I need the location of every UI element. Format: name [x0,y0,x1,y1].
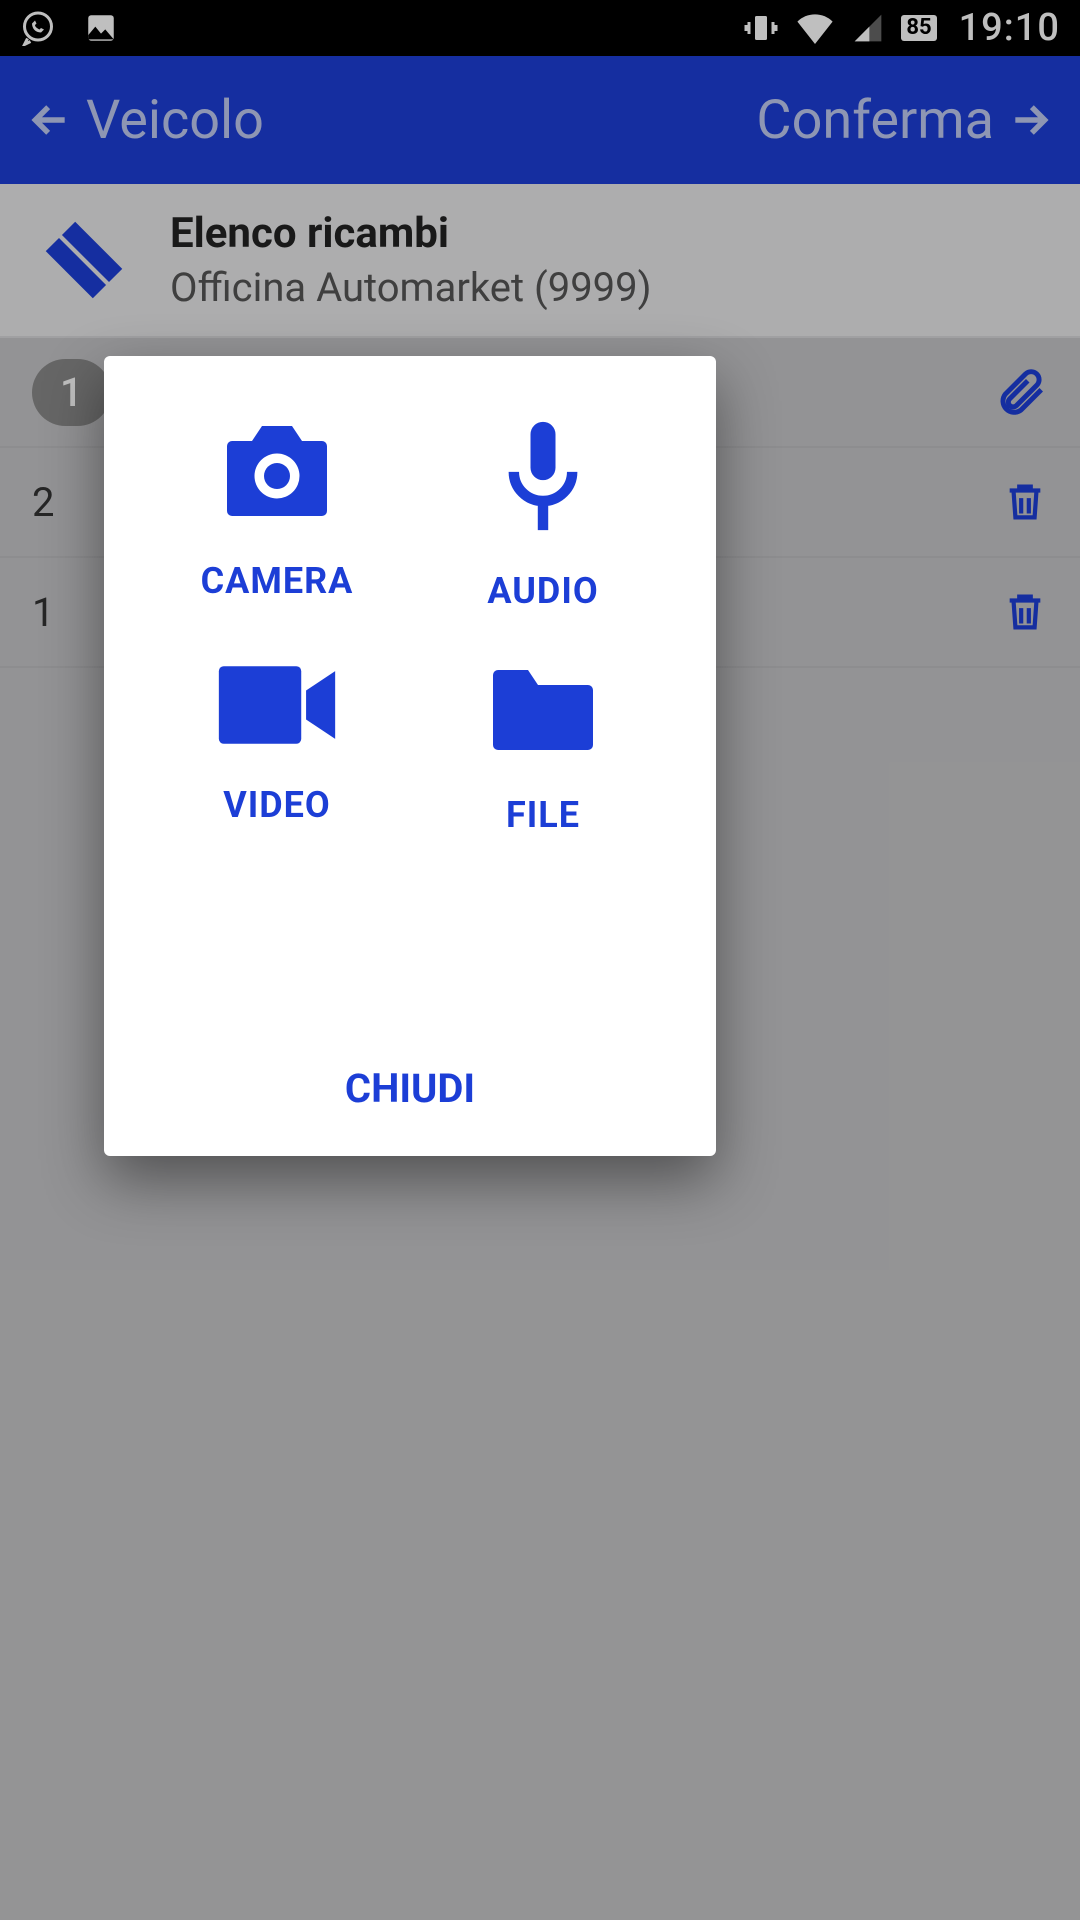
video-label: VIDEO [223,784,331,826]
folder-icon [480,660,606,760]
file-option[interactable]: FILE [410,660,676,836]
video-icon [214,660,340,750]
audio-label: AUDIO [487,570,598,612]
close-button[interactable]: CHIUDI [124,1033,696,1132]
camera-option[interactable]: CAMERA [144,416,410,612]
camera-label: CAMERA [201,560,354,602]
attachment-modal: CAMERA AUDIO VIDEO FILE CHIUDI [104,356,716,1156]
audio-option[interactable]: AUDIO [410,416,676,612]
microphone-icon [493,416,593,536]
file-label: FILE [506,794,580,836]
video-option[interactable]: VIDEO [144,660,410,836]
camera-icon [212,416,342,526]
